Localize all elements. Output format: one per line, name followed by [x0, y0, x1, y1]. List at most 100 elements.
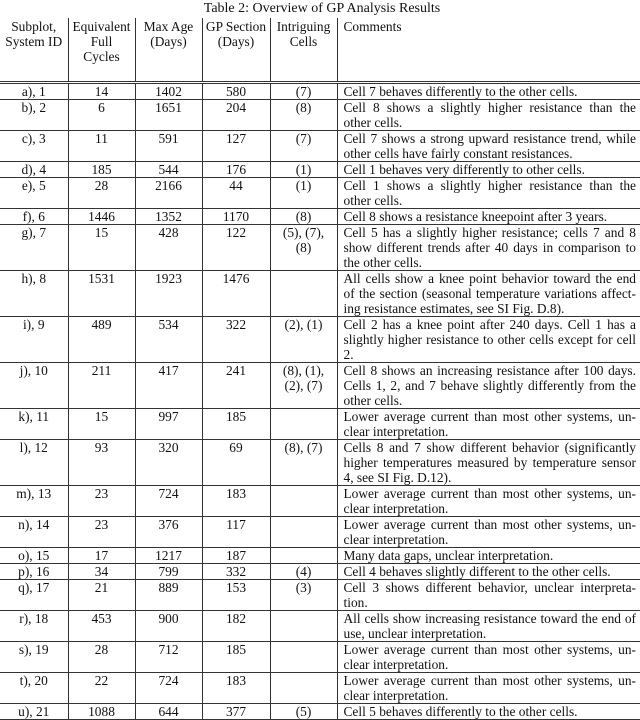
table-row: g), 7 15 428 122 (5), (7), (8) Cell 5 has a s… [0, 223, 640, 271]
cell-system-id: h), 8 [0, 269, 69, 317]
cell-max-age: 591 [134, 129, 203, 162]
cell-intriguing-cells [269, 671, 338, 704]
table-row: d), 4 185 544 176 (1) Cell 1 behaves very dif… [0, 160, 640, 178]
table-row: k), 11 15 997 185 Lower average current than… [0, 407, 640, 440]
cell-equivalent-full-cycles: 23 [67, 484, 136, 517]
cell-max-age: 2166 [134, 176, 203, 209]
cell-intriguing-cells: (3) [269, 578, 338, 611]
cell-system-id: s), 19 [0, 640, 69, 673]
table-row: e), 5 28 2166 44 (1) Cell 1 shows a slightly … [0, 176, 640, 209]
cell-system-id: t), 20 [0, 671, 69, 704]
cell-comment: Cell 1 behaves very differently to other… [336, 160, 640, 178]
table-row: n), 14 23 376 117 Lower average current than… [0, 515, 640, 548]
cell-max-age: 724 [134, 671, 203, 704]
cell-system-id: a), 1 [0, 82, 69, 100]
table-row: h), 8 1531 1923 1476 All cells show a knee p… [0, 269, 640, 317]
cell-gp-section: 127 [201, 129, 271, 162]
cell-intriguing-cells [269, 546, 338, 564]
cell-comment: Cell 3 shows different behavior, unclear… [336, 578, 640, 611]
cell-comment: Many data gaps, unclear interpretation. [336, 546, 640, 564]
table-row: m), 13 23 724 183 Lower average current than… [0, 484, 640, 517]
cell-gp-section: 1170 [201, 207, 271, 225]
cell-intriguing-cells [269, 484, 338, 517]
cell-intriguing-cells: (7) [269, 129, 338, 162]
table-row: o), 15 17 1217 187 Many data gaps, unclear i… [0, 546, 640, 564]
cell-intriguing-cells [269, 609, 338, 642]
cell-system-id: g), 7 [0, 223, 69, 271]
cell-gp-section: 332 [201, 562, 271, 580]
table-row: i), 9 489 534 322 (2), (1) Cell 2 has a knee … [0, 315, 640, 363]
cell-intriguing-cells: (2), (1) [269, 315, 338, 363]
cell-equivalent-full-cycles: 1446 [67, 207, 136, 225]
header-intriguing-cells: Intriguing Cells [269, 18, 338, 84]
cell-max-age: 724 [134, 484, 203, 517]
cell-comment: Cell 2 has a knee point after 240 days. … [336, 315, 640, 363]
header-max-age: Max Age (Days) [134, 18, 203, 84]
cell-gp-section: 241 [201, 361, 271, 409]
cell-max-age: 534 [134, 315, 203, 363]
cell-intriguing-cells [269, 269, 338, 317]
cell-gp-section: 183 [201, 484, 271, 517]
cell-system-id: i), 9 [0, 315, 69, 363]
cell-comment: Cell 8 shows an increasing resistance af… [336, 361, 640, 409]
cell-comment: Cell 5 has a slightly higher resistance;… [336, 223, 640, 271]
cell-comment: Cells 8 and 7 show different behavior (s… [336, 438, 640, 486]
cell-system-id: l), 12 [0, 438, 69, 486]
cell-max-age: 889 [134, 578, 203, 611]
header-gp-section: GP Section (Days) [201, 18, 271, 84]
cell-equivalent-full-cycles: 93 [67, 438, 136, 486]
table-row: l), 12 93 320 69 (8), (7) Cells 8 and 7 show … [0, 438, 640, 486]
cell-max-age: 644 [134, 702, 203, 720]
table-row: t), 20 22 724 183 Lower average current than… [0, 671, 640, 704]
table-row: a), 1 14 1402 580 (7) Cell 7 behaves differen… [0, 82, 640, 100]
cell-comment: All cells show increasing resistance tow… [336, 609, 640, 642]
cell-max-age: 1352 [134, 207, 203, 225]
cell-equivalent-full-cycles: 34 [67, 562, 136, 580]
cell-equivalent-full-cycles: 17 [67, 546, 136, 564]
cell-max-age: 1402 [134, 82, 203, 100]
cell-equivalent-full-cycles: 453 [67, 609, 136, 642]
cell-gp-section: 122 [201, 223, 271, 271]
cell-comment: Cell 8 shows a resistance kneepoint afte… [336, 207, 640, 225]
cell-max-age: 900 [134, 609, 203, 642]
cell-intriguing-cells: (7) [269, 82, 338, 100]
cell-max-age: 997 [134, 407, 203, 440]
cell-comment: Lower average current than most other sy… [336, 515, 640, 548]
cell-equivalent-full-cycles: 23 [67, 515, 136, 548]
cell-intriguing-cells: (8) [269, 98, 338, 131]
cell-system-id: d), 4 [0, 160, 69, 178]
cell-max-age: 1651 [134, 98, 203, 131]
cell-equivalent-full-cycles: 489 [67, 315, 136, 363]
cell-system-id: f), 6 [0, 207, 69, 225]
cell-max-age: 417 [134, 361, 203, 409]
cell-max-age: 1217 [134, 546, 203, 564]
cell-intriguing-cells [269, 515, 338, 548]
header-row: Subplot, System ID Equivalent Full Cycle… [0, 18, 640, 84]
cell-system-id: o), 15 [0, 546, 69, 564]
cell-gp-section: 580 [201, 82, 271, 100]
cell-max-age: 799 [134, 562, 203, 580]
cell-comment: Cell 7 behaves differently to the other … [336, 82, 640, 100]
table-row: s), 19 28 712 185 Lower average current than… [0, 640, 640, 673]
cell-equivalent-full-cycles: 6 [67, 98, 136, 131]
table-row: j), 10 211 417 241 (8), (1), (2), (7) Cell 8 … [0, 361, 640, 409]
cell-system-id: b), 2 [0, 98, 69, 131]
cell-gp-section: 322 [201, 315, 271, 363]
cell-gp-section: 182 [201, 609, 271, 642]
cell-equivalent-full-cycles: 185 [67, 160, 136, 178]
table-row: u), 21 1088 644 377 (5) Cell 5 behaves differ… [0, 702, 640, 720]
cell-equivalent-full-cycles: 1088 [67, 702, 136, 720]
cell-max-age: 1923 [134, 269, 203, 317]
cell-comment: Cell 8 shows a slightly higher resistanc… [336, 98, 640, 131]
cell-gp-section: 185 [201, 640, 271, 673]
cell-comment: Cell 5 behaves differently to the other … [336, 702, 640, 720]
cell-system-id: m), 13 [0, 484, 69, 517]
cell-max-age: 544 [134, 160, 203, 178]
cell-gp-section: 185 [201, 407, 271, 440]
cell-intriguing-cells: (1) [269, 160, 338, 178]
cell-intriguing-cells: (4) [269, 562, 338, 580]
cell-gp-section: 176 [201, 160, 271, 178]
cell-system-id: c), 3 [0, 129, 69, 162]
table-row: c), 3 11 591 127 (7) Cell 7 shows a strong up… [0, 129, 640, 162]
cell-gp-section: 153 [201, 578, 271, 611]
